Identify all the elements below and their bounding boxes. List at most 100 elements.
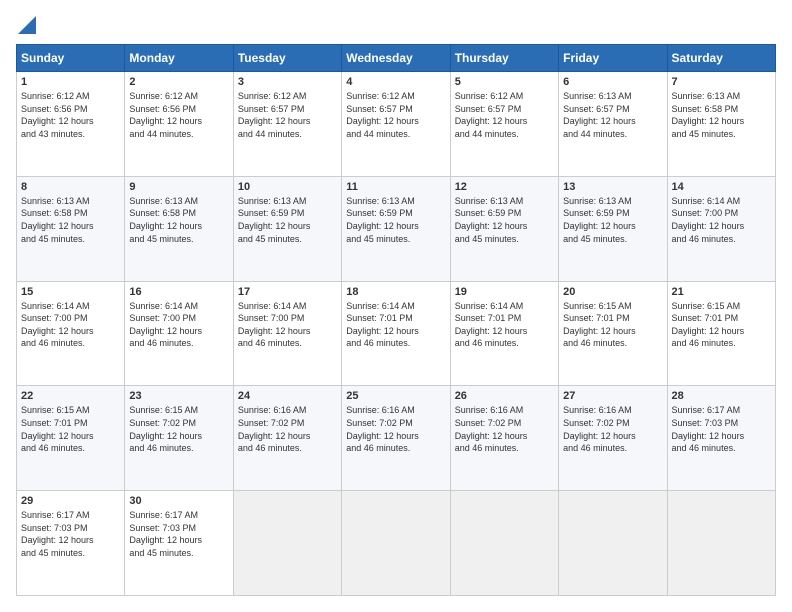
- calendar-cell: 26 Sunrise: 6:16 AMSunset: 7:02 PMDayligh…: [450, 386, 558, 491]
- calendar-cell: 21 Sunrise: 6:15 AMSunset: 7:01 PMDayligh…: [667, 281, 775, 386]
- day-number: 27: [563, 390, 662, 402]
- cell-info: Sunrise: 6:16 AMSunset: 7:02 PMDaylight:…: [455, 404, 554, 454]
- day-number: 15: [21, 286, 120, 298]
- cell-info: Sunrise: 6:15 AMSunset: 7:01 PMDaylight:…: [672, 300, 771, 350]
- cell-info: Sunrise: 6:13 AMSunset: 6:59 PMDaylight:…: [346, 195, 445, 245]
- calendar-cell: 27 Sunrise: 6:16 AMSunset: 7:02 PMDayligh…: [559, 386, 667, 491]
- calendar-cell: 7 Sunrise: 6:13 AMSunset: 6:58 PMDaylight…: [667, 72, 775, 177]
- col-header-thursday: Thursday: [450, 45, 558, 72]
- calendar-cell: [559, 491, 667, 596]
- calendar-cell: 10 Sunrise: 6:13 AMSunset: 6:59 PMDayligh…: [233, 176, 341, 281]
- day-number: 28: [672, 390, 771, 402]
- header: [16, 16, 776, 34]
- cell-info: Sunrise: 6:14 AMSunset: 7:01 PMDaylight:…: [346, 300, 445, 350]
- calendar-cell: 4 Sunrise: 6:12 AMSunset: 6:57 PMDaylight…: [342, 72, 450, 177]
- calendar-cell: 29 Sunrise: 6:17 AMSunset: 7:03 PMDayligh…: [17, 491, 125, 596]
- calendar-cell: 14Sunrise: 6:14 AMSunset: 7:00 PMDayligh…: [667, 176, 775, 281]
- cell-info: Sunrise: 6:13 AMSunset: 6:58 PMDaylight:…: [129, 195, 228, 245]
- calendar-cell: [667, 491, 775, 596]
- day-number: 29: [21, 495, 120, 507]
- cell-info: Sunrise: 6:13 AMSunset: 6:58 PMDaylight:…: [21, 195, 120, 245]
- calendar-cell: 9 Sunrise: 6:13 AMSunset: 6:58 PMDaylight…: [125, 176, 233, 281]
- page: SundayMondayTuesdayWednesdayThursdayFrid…: [0, 0, 792, 612]
- day-number: 25: [346, 390, 445, 402]
- cell-info: Sunrise: 6:13 AMSunset: 6:59 PMDaylight:…: [238, 195, 337, 245]
- day-number: 3: [238, 76, 337, 88]
- calendar-cell: 5 Sunrise: 6:12 AMSunset: 6:57 PMDaylight…: [450, 72, 558, 177]
- day-number: 21: [672, 286, 771, 298]
- day-number: 19: [455, 286, 554, 298]
- cell-info: Sunrise: 6:17 AMSunset: 7:03 PMDaylight:…: [129, 509, 228, 559]
- col-header-saturday: Saturday: [667, 45, 775, 72]
- calendar-cell: [233, 491, 341, 596]
- calendar-cell: 24 Sunrise: 6:16 AMSunset: 7:02 PMDayligh…: [233, 386, 341, 491]
- calendar-cell: 28 Sunrise: 6:17 AMSunset: 7:03 PMDayligh…: [667, 386, 775, 491]
- calendar-week-row: 29 Sunrise: 6:17 AMSunset: 7:03 PMDayligh…: [17, 491, 776, 596]
- calendar-cell: 15 Sunrise: 6:14 AMSunset: 7:00 PMDayligh…: [17, 281, 125, 386]
- cell-info: Sunrise: 6:17 AMSunset: 7:03 PMDaylight:…: [672, 404, 771, 454]
- logo-block: [16, 16, 36, 34]
- calendar-cell: 8Sunrise: 6:13 AMSunset: 6:58 PMDaylight…: [17, 176, 125, 281]
- day-number: 16: [129, 286, 228, 298]
- day-number: 1: [21, 76, 120, 88]
- day-number: 14: [672, 181, 771, 193]
- day-number: 23: [129, 390, 228, 402]
- cell-info: Sunrise: 6:14 AMSunset: 7:01 PMDaylight:…: [455, 300, 554, 350]
- day-number: 2: [129, 76, 228, 88]
- day-number: 5: [455, 76, 554, 88]
- calendar-header-row: SundayMondayTuesdayWednesdayThursdayFrid…: [17, 45, 776, 72]
- cell-info: Sunrise: 6:16 AMSunset: 7:02 PMDaylight:…: [238, 404, 337, 454]
- cell-info: Sunrise: 6:17 AMSunset: 7:03 PMDaylight:…: [21, 509, 120, 559]
- logo: [16, 16, 36, 34]
- calendar-table: SundayMondayTuesdayWednesdayThursdayFrid…: [16, 44, 776, 596]
- calendar-cell: 11Sunrise: 6:13 AMSunset: 6:59 PMDayligh…: [342, 176, 450, 281]
- day-number: 12: [455, 181, 554, 193]
- day-number: 30: [129, 495, 228, 507]
- cell-info: Sunrise: 6:14 AMSunset: 7:00 PMDaylight:…: [129, 300, 228, 350]
- calendar-week-row: 15 Sunrise: 6:14 AMSunset: 7:00 PMDayligh…: [17, 281, 776, 386]
- calendar-week-row: 1 Sunrise: 6:12 AMSunset: 6:56 PMDaylight…: [17, 72, 776, 177]
- cell-info: Sunrise: 6:15 AMSunset: 7:01 PMDaylight:…: [21, 404, 120, 454]
- cell-info: Sunrise: 6:13 AMSunset: 6:57 PMDaylight:…: [563, 90, 662, 140]
- cell-info: Sunrise: 6:13 AMSunset: 6:58 PMDaylight:…: [672, 90, 771, 140]
- calendar-cell: 12 Sunrise: 6:13 AMSunset: 6:59 PMDayligh…: [450, 176, 558, 281]
- calendar-cell: 2 Sunrise: 6:12 AMSunset: 6:56 PMDaylight…: [125, 72, 233, 177]
- cell-info: Sunrise: 6:12 AMSunset: 6:56 PMDaylight:…: [129, 90, 228, 140]
- day-number: 10: [238, 181, 337, 193]
- cell-info: Sunrise: 6:16 AMSunset: 7:02 PMDaylight:…: [346, 404, 445, 454]
- logo-triangle-icon: [18, 16, 36, 34]
- cell-info: Sunrise: 6:15 AMSunset: 7:01 PMDaylight:…: [563, 300, 662, 350]
- day-number: 26: [455, 390, 554, 402]
- calendar-cell: 6Sunrise: 6:13 AMSunset: 6:57 PMDaylight…: [559, 72, 667, 177]
- day-number: 17: [238, 286, 337, 298]
- cell-info: Sunrise: 6:14 AMSunset: 7:00 PMDaylight:…: [21, 300, 120, 350]
- calendar-cell: 1 Sunrise: 6:12 AMSunset: 6:56 PMDaylight…: [17, 72, 125, 177]
- cell-info: Sunrise: 6:15 AMSunset: 7:02 PMDaylight:…: [129, 404, 228, 454]
- cell-info: Sunrise: 6:12 AMSunset: 6:56 PMDaylight:…: [21, 90, 120, 140]
- calendar-cell: 17 Sunrise: 6:14 AMSunset: 7:00 PMDayligh…: [233, 281, 341, 386]
- cell-info: Sunrise: 6:12 AMSunset: 6:57 PMDaylight:…: [346, 90, 445, 140]
- day-number: 24: [238, 390, 337, 402]
- col-header-wednesday: Wednesday: [342, 45, 450, 72]
- cell-info: Sunrise: 6:13 AMSunset: 6:59 PMDaylight:…: [455, 195, 554, 245]
- cell-info: Sunrise: 6:16 AMSunset: 7:02 PMDaylight:…: [563, 404, 662, 454]
- cell-info: Sunrise: 6:14 AMSunset: 7:00 PMDaylight:…: [238, 300, 337, 350]
- calendar-cell: 23 Sunrise: 6:15 AMSunset: 7:02 PMDayligh…: [125, 386, 233, 491]
- col-header-monday: Monday: [125, 45, 233, 72]
- day-number: 7: [672, 76, 771, 88]
- col-header-tuesday: Tuesday: [233, 45, 341, 72]
- col-header-friday: Friday: [559, 45, 667, 72]
- calendar-cell: 25 Sunrise: 6:16 AMSunset: 7:02 PMDayligh…: [342, 386, 450, 491]
- col-header-sunday: Sunday: [17, 45, 125, 72]
- day-number: 4: [346, 76, 445, 88]
- calendar-week-row: 22 Sunrise: 6:15 AMSunset: 7:01 PMDayligh…: [17, 386, 776, 491]
- calendar-cell: 3Sunrise: 6:12 AMSunset: 6:57 PMDaylight…: [233, 72, 341, 177]
- calendar-week-row: 8Sunrise: 6:13 AMSunset: 6:58 PMDaylight…: [17, 176, 776, 281]
- day-number: 13: [563, 181, 662, 193]
- day-number: 20: [563, 286, 662, 298]
- cell-info: Sunrise: 6:13 AMSunset: 6:59 PMDaylight:…: [563, 195, 662, 245]
- cell-info: Sunrise: 6:12 AMSunset: 6:57 PMDaylight:…: [455, 90, 554, 140]
- day-number: 22: [21, 390, 120, 402]
- calendar-cell: [342, 491, 450, 596]
- day-number: 9: [129, 181, 228, 193]
